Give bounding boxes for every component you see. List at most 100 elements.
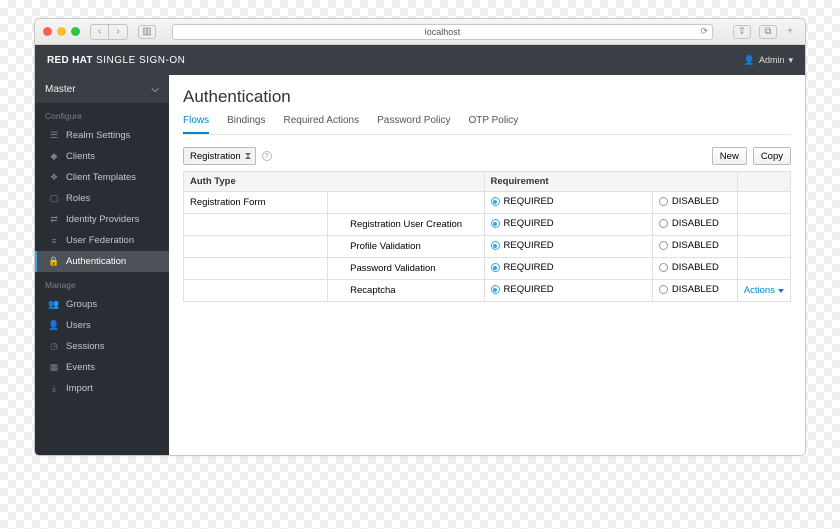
- tags-icon: ❖: [49, 172, 59, 183]
- radio-icon[interactable]: [659, 219, 668, 228]
- exchange-icon: ⇄: [49, 214, 59, 225]
- copy-button[interactable]: Copy: [753, 147, 791, 165]
- sidebar-item-realm-settings[interactable]: ☰Realm Settings: [35, 125, 169, 146]
- col-requirement: Requirement: [484, 172, 737, 192]
- main-content: Authentication Flows Bindings Required A…: [169, 75, 805, 455]
- table-row: Registration FormREQUIREDDISABLED: [184, 192, 791, 214]
- table-row: Profile ValidationREQUIREDDISABLED: [184, 236, 791, 258]
- sidebar-item-roles[interactable]: ▢Roles: [35, 188, 169, 209]
- requirement-disabled[interactable]: DISABLED: [652, 280, 737, 302]
- requirement-disabled[interactable]: DISABLED: [652, 236, 737, 258]
- tabs: Flows Bindings Required Actions Password…: [183, 115, 791, 135]
- table-row: Registration User CreationREQUIREDDISABL…: [184, 214, 791, 236]
- chevron-down-icon: ▾: [788, 55, 793, 66]
- table-row: Password ValidationREQUIREDDISABLED: [184, 258, 791, 280]
- close-dot-icon[interactable]: [43, 27, 52, 36]
- tab-password-policy[interactable]: Password Policy: [377, 115, 450, 134]
- sidebar-item-users[interactable]: 👤Users: [35, 315, 169, 336]
- radio-icon[interactable]: [491, 197, 500, 206]
- requirement-required[interactable]: REQUIRED: [484, 236, 652, 258]
- tabs-icon[interactable]: ⧉: [759, 25, 777, 39]
- requirement-required[interactable]: REQUIRED: [484, 258, 652, 280]
- window-controls[interactable]: [43, 27, 80, 36]
- help-icon[interactable]: ?: [262, 151, 272, 161]
- sidebar-section-manage: Manage: [35, 272, 169, 294]
- minimize-dot-icon[interactable]: [57, 27, 66, 36]
- file-icon: ▢: [49, 193, 59, 204]
- user-icon: 👤: [744, 55, 755, 66]
- tab-required-actions[interactable]: Required Actions: [283, 115, 359, 134]
- import-icon: ⤓: [49, 383, 59, 394]
- radio-icon[interactable]: [659, 241, 668, 250]
- url-bar[interactable]: localhost ⟳: [172, 24, 713, 40]
- sidebar-item-user-federation[interactable]: ≡User Federation: [35, 230, 169, 251]
- tab-bindings[interactable]: Bindings: [227, 115, 265, 134]
- new-tab-icon[interactable]: +: [783, 26, 797, 37]
- tab-flows[interactable]: Flows: [183, 115, 209, 134]
- actions-cell[interactable]: Actions: [737, 280, 790, 302]
- sidebar-item-import[interactable]: ⤓Import: [35, 378, 169, 399]
- back-button[interactable]: ‹: [91, 25, 109, 39]
- flow-table: Auth Type Requirement Registration FormR…: [183, 171, 791, 302]
- realm-selector[interactable]: Master ⌵: [35, 75, 169, 103]
- col-auth-type: Auth Type: [184, 172, 485, 192]
- auth-type-cell: Password Validation: [328, 258, 484, 280]
- sliders-icon: ☰: [49, 130, 59, 141]
- forward-button[interactable]: ›: [109, 25, 127, 39]
- actions-cell: [737, 192, 790, 214]
- sidebar-toggle-icon[interactable]: ▥: [138, 25, 156, 39]
- radio-icon[interactable]: [491, 219, 500, 228]
- nav-buttons: ‹ ›: [90, 24, 128, 40]
- requirement-disabled[interactable]: DISABLED: [652, 214, 737, 236]
- radio-icon[interactable]: [659, 263, 668, 272]
- auth-type-cell: Profile Validation: [328, 236, 484, 258]
- user-menu[interactable]: 👤 Admin ▾: [744, 55, 793, 66]
- brand-title: RED HAT SINGLE SIGN-ON: [47, 55, 185, 66]
- sidebar-item-authentication[interactable]: 🔒Authentication: [35, 251, 169, 272]
- sidebar-item-sessions[interactable]: ◷Sessions: [35, 336, 169, 357]
- radio-icon[interactable]: [659, 285, 668, 294]
- reload-icon[interactable]: ⟳: [700, 26, 708, 37]
- new-button[interactable]: New: [712, 147, 747, 165]
- requirement-disabled[interactable]: DISABLED: [652, 192, 737, 214]
- col-actions: [737, 172, 790, 192]
- requirement-required[interactable]: REQUIRED: [484, 192, 652, 214]
- database-icon: ≡: [49, 236, 59, 246]
- requirement-required[interactable]: REQUIRED: [484, 214, 652, 236]
- clock-icon: ◷: [49, 341, 59, 352]
- sidebar-section-configure: Configure: [35, 103, 169, 125]
- radio-icon[interactable]: [491, 285, 500, 294]
- auth-type-cell: Recaptcha: [328, 280, 484, 302]
- flow-toolbar: Registration ? New Copy: [183, 147, 791, 165]
- radio-icon[interactable]: [659, 197, 668, 206]
- actions-cell: [737, 258, 790, 280]
- sidebar-item-groups[interactable]: 👥Groups: [35, 294, 169, 315]
- sidebar-item-identity-providers[interactable]: ⇄Identity Providers: [35, 209, 169, 230]
- actions-cell: [737, 236, 790, 258]
- user-icon: 👤: [49, 320, 59, 331]
- chevron-down-icon: [778, 289, 784, 293]
- chevron-down-icon: ⌵: [151, 84, 159, 95]
- browser-chrome: ‹ › ▥ localhost ⟳ ⇪ ⧉ +: [35, 19, 805, 45]
- browser-window: ‹ › ▥ localhost ⟳ ⇪ ⧉ + RED HAT SINGLE S…: [34, 18, 806, 456]
- requirement-disabled[interactable]: DISABLED: [652, 258, 737, 280]
- brand-bar: RED HAT SINGLE SIGN-ON 👤 Admin ▾: [35, 45, 805, 75]
- table-row: RecaptchaREQUIREDDISABLED Actions: [184, 280, 791, 302]
- tag-icon: ◆: [49, 151, 59, 162]
- flow-select[interactable]: Registration: [183, 147, 256, 165]
- requirement-required[interactable]: REQUIRED: [484, 280, 652, 302]
- radio-icon[interactable]: [491, 263, 500, 272]
- lock-icon: 🔒: [49, 256, 59, 267]
- sidebar-item-events[interactable]: ▦Events: [35, 357, 169, 378]
- auth-type-cell: Registration User Creation: [328, 214, 484, 236]
- share-icon[interactable]: ⇪: [733, 25, 751, 39]
- sidebar-item-clients[interactable]: ◆Clients: [35, 146, 169, 167]
- actions-link[interactable]: Actions: [744, 285, 784, 296]
- tab-otp-policy[interactable]: OTP Policy: [468, 115, 518, 134]
- zoom-dot-icon[interactable]: [71, 27, 80, 36]
- page-title: Authentication: [183, 87, 791, 107]
- radio-icon[interactable]: [491, 241, 500, 250]
- sidebar: Master ⌵ Configure ☰Realm Settings ◆Clie…: [35, 75, 169, 455]
- sidebar-item-client-templates[interactable]: ❖Client Templates: [35, 167, 169, 188]
- url-text: localhost: [425, 27, 461, 37]
